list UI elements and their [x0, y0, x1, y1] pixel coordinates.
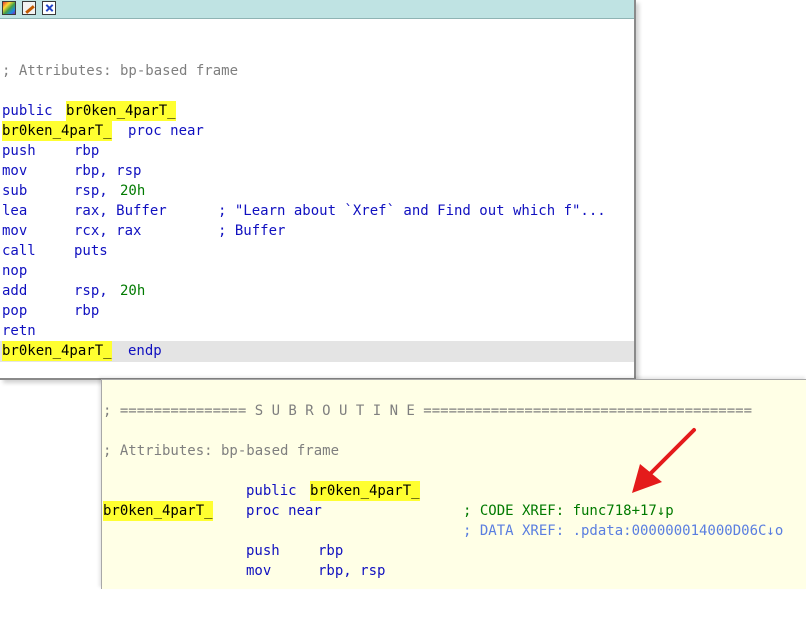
operands: rcx, rax: [74, 223, 142, 239]
instruction-line[interactable]: retn: [0, 321, 36, 341]
comment: ; Attributes: bp-based frame: [103, 443, 340, 459]
window-title-bar: [0, 0, 634, 19]
instruction-line[interactable]: mov rbp, rsp: [0, 161, 141, 181]
operands: rsp,: [74, 283, 117, 299]
subroutine-banner: ; =============== S U B R O U T I N E ==…: [103, 403, 753, 419]
instruction-line[interactable]: push rbp: [0, 141, 99, 161]
mnemonic: sub: [2, 183, 28, 199]
annotation-arrow-icon: [632, 428, 696, 493]
code-line: public br0ken_4parT_: [102, 481, 420, 501]
code-line: br0ken_4parT_ proc near ; CODE XREF: fun…: [102, 501, 674, 521]
call-target[interactable]: puts: [74, 241, 108, 261]
function-label[interactable]: br0ken_4parT_: [2, 341, 112, 361]
mnemonic: push: [246, 543, 280, 559]
instruction-line[interactable]: mov rcx, rax ; Buffer: [0, 221, 285, 241]
immediate-value: 20h: [120, 283, 146, 299]
instruction-line[interactable]: sub rsp, 20h: [0, 181, 145, 201]
proc-keyword: proc near: [128, 123, 204, 139]
instruction-line[interactable]: pop rbp: [0, 301, 99, 321]
instruction-line[interactable]: call puts: [0, 241, 108, 261]
function-name[interactable]: br0ken_4parT_: [310, 481, 420, 501]
string-comment: ; "Learn about `Xref` and Find out which…: [218, 203, 606, 219]
graph-overview-icon[interactable]: [2, 1, 16, 15]
public-keyword: public: [2, 103, 53, 119]
code-line[interactable]: br0ken_4parT_ proc near: [0, 121, 204, 141]
proc-keyword: proc near: [246, 503, 322, 519]
instruction-line[interactable]: lea rax, Buffer ; "Learn about `Xref` an…: [0, 201, 606, 221]
operands: rsp,: [74, 183, 117, 199]
operands: rbp: [74, 143, 100, 159]
endp-keyword: endp: [128, 343, 162, 359]
operands: rbp, rsp: [74, 163, 142, 179]
function-name[interactable]: br0ken_4parT_: [66, 101, 176, 121]
mnemonic: retn: [2, 323, 36, 339]
immediate-value: 20h: [120, 183, 146, 199]
instruction-line: push rbp: [102, 541, 343, 561]
operands: rbp: [74, 303, 100, 319]
function-label[interactable]: br0ken_4parT_: [103, 501, 213, 521]
mnemonic: lea: [2, 203, 28, 219]
code-line: ; =============== S U B R O U T I N E ==…: [102, 401, 752, 421]
mnemonic: mov: [2, 223, 28, 239]
code-line[interactable]: ; Attributes: bp-based frame: [0, 61, 238, 81]
instruction-line: mov rbp, rsp: [102, 561, 385, 581]
mnemonic: mov: [246, 563, 272, 579]
mnemonic: call: [2, 243, 36, 259]
operands: rbp, rsp: [318, 563, 386, 579]
public-keyword: public: [246, 483, 297, 499]
code-line: ; Attributes: bp-based frame: [102, 441, 339, 461]
close-window-icon[interactable]: [42, 1, 56, 15]
instruction-line[interactable]: nop: [0, 261, 34, 281]
code-line: ; DATA XREF: .pdata:000000014000D06C↓o: [102, 521, 783, 541]
instruction-line[interactable]: add rsp, 20h: [0, 281, 145, 301]
mnemonic: mov: [2, 163, 28, 179]
comment: ; Buffer: [218, 223, 286, 239]
mnemonic: pop: [2, 303, 28, 319]
mnemonic: push: [2, 143, 36, 159]
mnemonic: add: [2, 283, 28, 299]
code-line[interactable]: public br0ken_4parT_: [0, 101, 176, 121]
comment: ; Attributes: bp-based frame: [2, 63, 239, 79]
edit-icon[interactable]: [22, 1, 36, 15]
mnemonic: nop: [2, 263, 28, 279]
data-xref-comment[interactable]: ; DATA XREF: .pdata:000000014000D06C↓o: [463, 521, 783, 541]
operands: rbp: [318, 543, 344, 559]
code-line[interactable]: br0ken_4parT_ endp: [0, 341, 162, 361]
operands: rax, Buffer: [74, 203, 167, 219]
disassembly-window: ; Attributes: bp-based frame public br0k…: [0, 0, 636, 380]
function-label[interactable]: br0ken_4parT_: [2, 121, 112, 141]
